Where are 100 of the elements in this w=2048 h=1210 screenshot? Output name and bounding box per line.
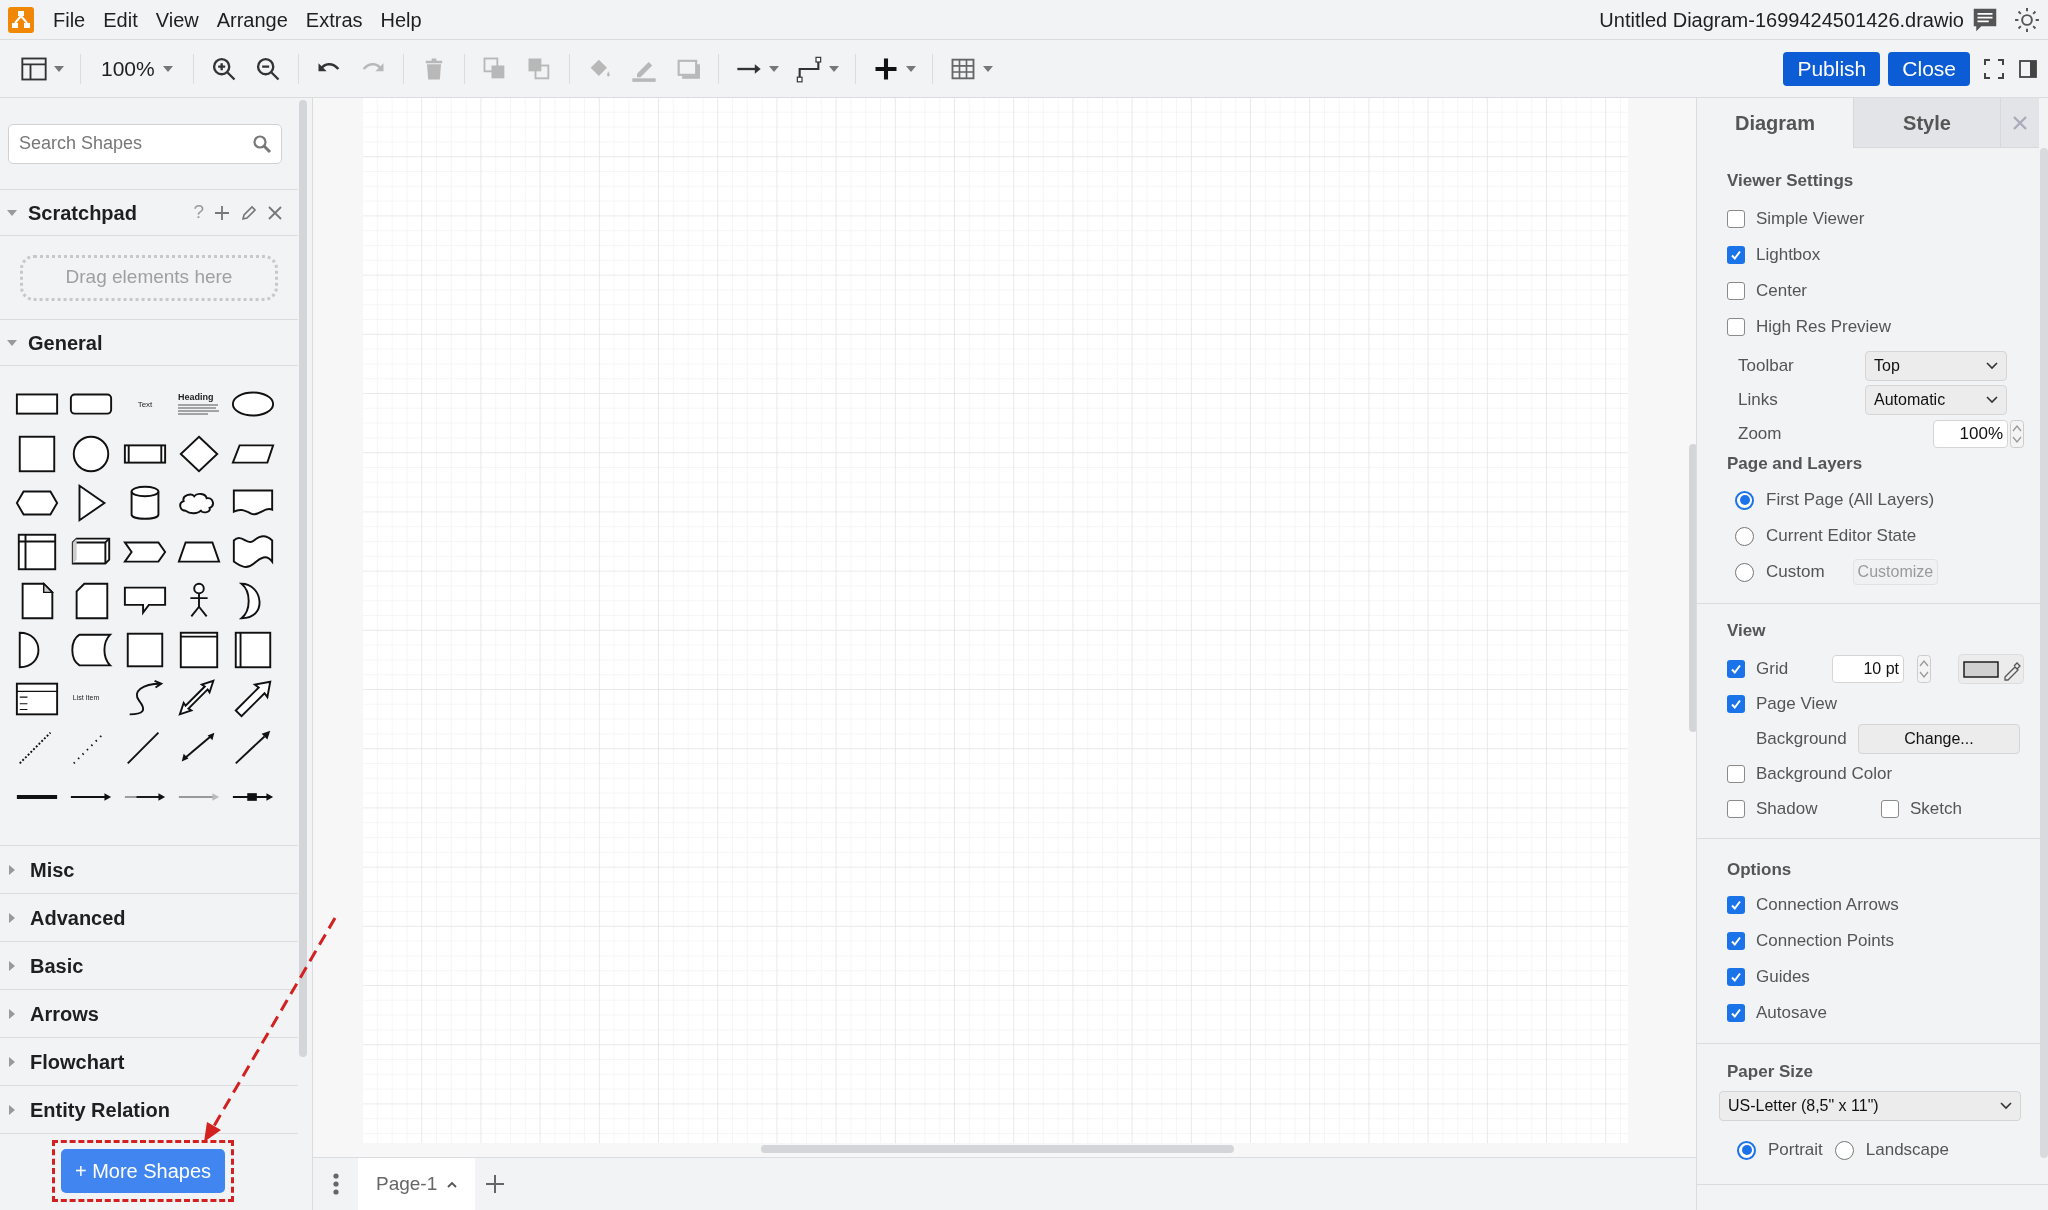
waypoint-connector-icon[interactable] — [794, 54, 823, 83]
toolbar-select[interactable]: Top — [1865, 351, 2007, 381]
palette-section-header[interactable]: Advanced — [6, 902, 126, 933]
scrollbar-thumb[interactable] — [2040, 148, 2048, 1158]
radio-button[interactable] — [1735, 490, 1754, 510]
section-heading: View — [1727, 620, 1767, 643]
checkbox[interactable] — [1727, 210, 1745, 228]
palette-section-header[interactable]: Flowchart — [6, 1046, 125, 1077]
checkbox-label: Center — [1756, 280, 1808, 303]
checkbox[interactable] — [1727, 659, 1745, 678]
text-shape-label[interactable]: Text — [137, 398, 153, 411]
radio-label: First Page (All Layers) — [1766, 489, 1935, 512]
panel-tab[interactable]: Style — [1853, 98, 2000, 148]
checkbox[interactable] — [1727, 318, 1745, 336]
checkmark-icon — [1730, 662, 1742, 675]
scratchpad-header[interactable]: Scratchpad — [6, 197, 137, 228]
palette-section-header[interactable]: Basic — [6, 950, 84, 981]
radio-button[interactable] — [1737, 1140, 1756, 1160]
caret-down-icon[interactable] — [828, 65, 839, 72]
checkbox-label: Connection Arrows — [1756, 894, 1899, 917]
section-heading: Options — [1727, 859, 1793, 882]
checkbox[interactable] — [1727, 799, 1745, 818]
section-heading: Paper Size — [1727, 1061, 1814, 1084]
scrollbar-thumb[interactable] — [299, 100, 307, 1057]
section-heading: Viewer Settings — [1727, 170, 1855, 193]
checkbox-label: Autosave — [1756, 1002, 1827, 1025]
checkbox[interactable] — [1727, 282, 1745, 300]
radio-button[interactable] — [1735, 562, 1754, 582]
checkbox[interactable] — [1727, 1004, 1745, 1022]
scrollbar-thumb[interactable] — [761, 1145, 1234, 1153]
color-swatch-button[interactable] — [1958, 653, 2024, 684]
field-label: Zoom — [1738, 423, 1783, 446]
checkbox[interactable] — [1727, 246, 1745, 264]
section-heading: Page and Layers — [1727, 453, 1864, 476]
document-title: Untitled Diagram-1699424501426.drawio — [1599, 7, 1964, 33]
checkbox[interactable] — [1727, 932, 1745, 950]
fullscreen-icon[interactable] — [1984, 58, 2004, 79]
checkbox[interactable] — [1881, 799, 1899, 818]
checkmark-icon — [1730, 971, 1742, 983]
search-icon[interactable] — [252, 133, 272, 154]
caret-down-icon[interactable] — [54, 65, 64, 72]
more-shapes-button[interactable]: + More Shapes — [60, 1149, 226, 1193]
checkbox-label: Guides — [1756, 966, 1810, 989]
menu-item[interactable]: File — [44, 0, 95, 39]
caret-down-icon[interactable] — [768, 65, 779, 72]
add-icon[interactable] — [214, 204, 230, 221]
scrollbar-thumb[interactable] — [1689, 444, 1696, 732]
more-vertical-icon[interactable] — [332, 1173, 339, 1195]
checkbox[interactable] — [1727, 896, 1745, 914]
checkbox-label: Lightbox — [1756, 244, 1821, 267]
caret-down-icon[interactable] — [982, 65, 993, 72]
checkbox-label: Simple Viewer — [1756, 208, 1865, 231]
sun-icon[interactable] — [2014, 6, 2040, 33]
menu-item[interactable]: Help — [371, 0, 431, 39]
menu-item[interactable]: Edit — [94, 0, 147, 39]
palette-section-header[interactable]: Arrows — [6, 998, 99, 1029]
close-icon[interactable] — [268, 205, 282, 220]
checkmark-icon — [1730, 1007, 1742, 1019]
radio-button[interactable] — [1834, 1140, 1854, 1160]
menu-item[interactable]: View — [146, 0, 208, 39]
drop-zone: Drag elements here — [20, 254, 278, 301]
caret-down-icon — [162, 65, 173, 72]
radio-label: Landscape — [1865, 1139, 1949, 1162]
zoom-input[interactable]: 100% — [1933, 420, 2008, 448]
chevron-down-icon — [1986, 362, 1998, 370]
caret-down-icon[interactable] — [905, 65, 916, 72]
menu-item[interactable]: Extras — [296, 0, 372, 39]
app-logo-icon — [8, 6, 34, 33]
menu-item[interactable]: Arrange — [207, 0, 297, 39]
palette-section-header[interactable]: Entity Relation — [6, 1094, 170, 1125]
checkbox[interactable] — [1727, 694, 1745, 713]
palette-section-header[interactable]: Misc — [6, 854, 75, 885]
change-background-button[interactable]: Change... — [1858, 723, 2020, 754]
checkbox-label: Shadow — [1756, 797, 1818, 820]
publish-button[interactable]: Publish — [1783, 51, 1881, 86]
checkbox[interactable] — [1727, 968, 1745, 986]
chevron-down-icon — [1986, 396, 1998, 404]
radio-label: Custom — [1766, 561, 1825, 584]
field-label: Toolbar — [1738, 355, 1795, 378]
checkmark-icon — [1730, 899, 1742, 911]
caret-up-icon[interactable] — [447, 1180, 458, 1188]
checkbox[interactable] — [1727, 764, 1745, 783]
general-header[interactable]: General — [6, 327, 103, 358]
paper-size-select[interactable]: US-Letter (8,5" x 11") — [1719, 1091, 2021, 1121]
pencil-icon[interactable] — [240, 203, 258, 222]
checkbox-label: Grid — [1756, 657, 1789, 680]
links-select[interactable]: Automatic — [1865, 385, 2007, 415]
field-label: Links — [1738, 389, 1779, 412]
checkbox-label: Background Color — [1756, 762, 1893, 785]
grid-size-input[interactable]: 10 pt — [1832, 654, 1904, 683]
heading-shape-label[interactable]: Heading — [178, 392, 214, 402]
close-button[interactable]: Close — [1888, 51, 1970, 86]
page-tab[interactable]: Page-1 — [358, 1158, 476, 1210]
add-page-icon[interactable] — [485, 1174, 506, 1194]
checkbox-label: Connection Points — [1756, 930, 1894, 953]
search-field[interactable]: Search Shapes — [8, 123, 282, 164]
chevron-down-icon — [2000, 1102, 2012, 1110]
sidebar-toggle-icon[interactable] — [2018, 58, 2038, 79]
zoom-dropdown[interactable]: 100% — [89, 46, 185, 91]
radio-button[interactable] — [1735, 526, 1754, 546]
